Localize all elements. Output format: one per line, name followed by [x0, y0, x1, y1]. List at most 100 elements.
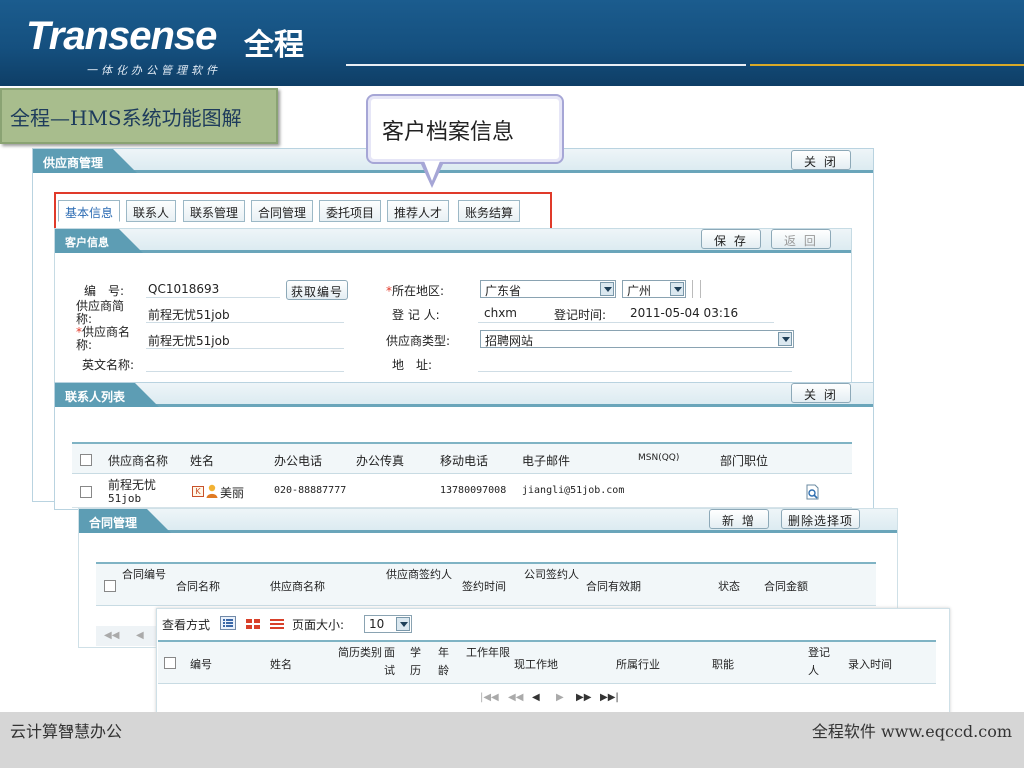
page-size-select[interactable]: 10 [364, 615, 412, 633]
register-field [478, 322, 774, 323]
first-page-icon[interactable]: |◀◀ [480, 692, 499, 703]
english-name-label: 英文名称: [82, 358, 135, 372]
slide-title: 全程—HMS系统功能图解 [0, 88, 278, 144]
column-header: 移动电话 [440, 454, 489, 468]
first-page-icon[interactable]: ◀◀ [104, 630, 119, 641]
next-page-icon[interactable]: ▶ [556, 692, 564, 703]
divider [692, 280, 693, 298]
footer: 云计算智慧办公 6 全程软件 www.eqccd.com [0, 712, 1024, 768]
register-time-label: 登记时间: [554, 308, 607, 322]
supplier-name-value[interactable]: 前程无忧51job [148, 332, 230, 349]
logo-text: Transense [26, 14, 217, 58]
supplier-cell-line2: 51job [108, 492, 142, 505]
column-header: 合同编号 [122, 568, 166, 581]
back-button[interactable]: 返 回 [771, 229, 831, 249]
short-name-label: 供应商简称: [76, 299, 125, 326]
code-value[interactable]: QC1018693 [148, 282, 219, 296]
column-header: 公司签约人 [524, 568, 579, 581]
talent-pager: |◀◀ ◀◀ ◀ ▶ ▶▶ ▶▶| [158, 688, 936, 710]
prev-page-icon[interactable]: ◀ [136, 630, 144, 641]
city-value: 广州 [627, 284, 652, 298]
prev-page-double-icon[interactable]: ◀◀ [508, 692, 523, 703]
logo-subtitle: 一体化办公管理软件 [86, 64, 221, 77]
code-field [146, 297, 280, 298]
address-field[interactable] [478, 371, 792, 372]
address-label: 地 址: [392, 358, 433, 372]
english-name-field[interactable] [146, 371, 344, 372]
view-detail-icon[interactable] [806, 484, 820, 500]
code-label: 编 号: [84, 284, 125, 298]
header-banner: Transense 全程 一体化办公管理软件 [0, 0, 1024, 86]
callout-pointer-inner [424, 161, 440, 181]
page-size-label: 页面大小: [292, 618, 345, 632]
contacts-close-button[interactable]: 关 闭 [791, 383, 851, 403]
person-icon [206, 484, 218, 498]
view-mode-label: 查看方式 [162, 618, 211, 632]
supplier-panel-title: 供应商管理 [33, 149, 138, 173]
select-all-checkbox[interactable] [104, 580, 116, 592]
short-name-field [146, 322, 344, 323]
column-header: 姓名 [190, 454, 215, 468]
close-button[interactable]: 关 闭 [791, 150, 851, 170]
chevron-down-icon [778, 332, 792, 346]
grid-view-icon[interactable] [246, 618, 260, 630]
supplier-name-label: *供应商名称: [76, 326, 138, 352]
province-select[interactable]: 广东省 [480, 280, 616, 298]
footer-slogan: 云计算智慧办公 [10, 722, 123, 741]
save-button[interactable]: 保 存 [701, 229, 761, 249]
supplier-type-value: 招聘网站 [485, 334, 534, 348]
supplier-type-select[interactable]: 招聘网站 [480, 330, 794, 348]
column-header: 现工作地 [514, 658, 558, 671]
column-header: 简历类别 [338, 646, 382, 659]
column-header: 合同有效期 [586, 580, 641, 593]
add-button[interactable]: 新 增 [709, 509, 769, 529]
chevron-down-icon [396, 617, 410, 631]
chevron-down-icon [600, 282, 614, 296]
column-header: 姓名 [270, 658, 292, 671]
header-divider [346, 64, 746, 66]
contract-panel-title: 合同管理 [79, 509, 172, 533]
footer-website[interactable]: 全程软件 www.eqccd.com [812, 718, 1012, 742]
list-view-icon[interactable] [220, 616, 236, 630]
short-name-value[interactable]: 前程无忧51job [148, 306, 230, 323]
select-all-checkbox[interactable] [80, 454, 92, 466]
page-size-value: 10 [369, 617, 385, 631]
chevron-down-icon [670, 282, 684, 296]
column-header: 职能 [712, 658, 734, 671]
column-header: 录入时间 [848, 658, 892, 671]
contract-panel-header [79, 509, 897, 533]
column-header: 办公电话 [274, 454, 323, 468]
office-phone: 020-88887777 [274, 485, 347, 496]
column-header: 所属行业 [616, 658, 660, 671]
get-code-button[interactable]: 获取编号 [286, 280, 349, 300]
register-value: chxm [484, 306, 517, 320]
contact-name[interactable]: 美丽 [220, 484, 244, 501]
column-header: 签约时间 [462, 580, 506, 593]
province-value: 广东省 [485, 284, 522, 298]
prev-page-icon[interactable]: ◀ [532, 692, 540, 703]
supplier-cell-line1: 前程无忧 [108, 478, 157, 492]
header-divider-accent [750, 64, 1024, 66]
last-page-icon[interactable]: ▶▶| [600, 692, 619, 703]
detail-view-icon[interactable] [270, 618, 284, 630]
city-select[interactable]: 广州 [622, 280, 686, 298]
contacts-panel-header [55, 383, 873, 407]
logo-cn: 全程 [244, 28, 304, 63]
row-checkbox[interactable] [80, 486, 92, 498]
customer-info-title: 客户信息 [55, 229, 143, 253]
select-all-checkbox[interactable] [164, 657, 176, 669]
column-header: 供应商名称 [270, 580, 325, 593]
email: jiangli@51job.com [522, 485, 625, 496]
slide-title-text: 全程—HMS系统功能图解 [10, 106, 242, 130]
column-header: 电子邮件 [522, 454, 571, 468]
column-header: 部门职位 [720, 454, 769, 468]
region-label-text: 所在地区: [392, 284, 445, 298]
contact-card-icon: K [192, 486, 204, 497]
column-header: 供应商签约人 [386, 568, 452, 581]
column-header: MSN(QQ) [638, 453, 680, 463]
column-header: 面试 [384, 646, 395, 677]
table-row[interactable]: 前程无忧 51job K 美丽 020-88887777 13780097008… [72, 474, 852, 508]
next-page-double-icon[interactable]: ▶▶ [576, 692, 591, 703]
page-number: 6 [68, 726, 74, 736]
delete-selected-button[interactable]: 删除选择项 [781, 509, 861, 529]
